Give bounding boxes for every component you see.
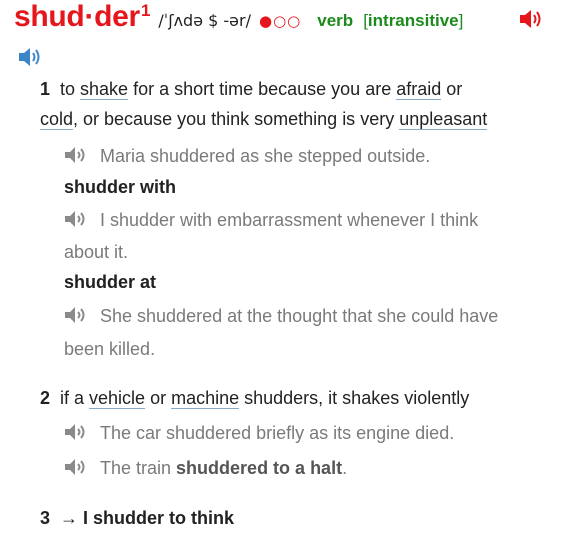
link-afraid[interactable]: afraid — [396, 79, 442, 100]
cross-reference-arrow: → — [60, 508, 79, 528]
example-speaker-icon[interactable] — [64, 454, 90, 475]
pronunciation: /ˈʃʌdə $ -ər/ — [158, 11, 251, 30]
example-sentence-continued: been killed. — [64, 339, 156, 359]
link-cold[interactable]: cold — [40, 109, 74, 130]
collocation-shudder-with: shudder with — [64, 177, 176, 197]
frequency-filled: ● — [258, 12, 274, 30]
sense-1-definition: 1 to shake for a short time because you a… — [40, 74, 560, 104]
entry-header: shud·der 1 /ˈʃʌdə $ -ər/ ●○○ verb [intran… — [14, 0, 463, 36]
example-speaker-icon[interactable] — [64, 302, 90, 323]
dictionary-entry: shud·der 1 /ˈʃʌdə $ -ər/ ●○○ verb [intran… — [0, 0, 571, 556]
american-pronunciation-speaker-icon[interactable] — [18, 46, 44, 68]
sense-number: 2 — [40, 388, 51, 408]
collocation-shudder-at: shudder at — [64, 272, 157, 292]
example-highlight: shuddered to a halt — [176, 458, 343, 478]
link-shake[interactable]: shake — [80, 79, 129, 100]
link-vehicle[interactable]: vehicle — [89, 388, 146, 409]
frequency-indicator: ●○○ — [259, 12, 301, 30]
example-speaker-icon[interactable] — [64, 419, 90, 440]
grammar-close-bracket: ] — [458, 11, 464, 30]
grammar-text: intransitive — [367, 11, 459, 30]
example-speaker-icon[interactable] — [64, 142, 90, 163]
definition-text: for a short time because you are — [128, 79, 397, 99]
example-text: Maria shuddered as she stepped outside. — [100, 146, 431, 166]
example-text: The train — [100, 458, 177, 478]
sense-1-definition-line2: cold, or because you think something is … — [40, 104, 560, 134]
sense-number: 1 — [40, 79, 51, 99]
example-text: . — [342, 458, 348, 478]
frequency-empty: ○○ — [273, 12, 302, 30]
example-sentence: The car shuddered briefly as its engine … — [64, 417, 454, 449]
link-machine[interactable]: machine — [171, 388, 240, 409]
example-sentence: She shuddered at the thought that she co… — [64, 300, 564, 332]
definition-text: , or because you think something is very — [73, 109, 400, 129]
definition-text: if a — [60, 388, 90, 408]
example-speaker-icon[interactable] — [64, 206, 90, 227]
definition-text: or — [145, 388, 172, 408]
example-sentence: Maria shuddered as she stepped outside. — [64, 140, 430, 172]
definition-text: shudders, it shakes violently — [239, 388, 470, 408]
sense-3-cross-reference[interactable]: 3 → I shudder to think — [40, 508, 234, 529]
example-text: The car shuddered briefly as its engine … — [100, 423, 455, 443]
cross-reference-text[interactable]: I shudder to think — [83, 508, 234, 528]
grammar-label: [intransitive] — [363, 11, 463, 31]
example-sentence: The train shuddered to a halt. — [64, 452, 347, 484]
example-text: I shudder with embarrassment whenever I … — [100, 210, 479, 230]
example-text: She shuddered at the thought that she co… — [100, 306, 499, 326]
link-unpleasant[interactable]: unpleasant — [399, 109, 488, 130]
part-of-speech: verb — [317, 11, 354, 30]
sense-number: 3 — [40, 508, 51, 528]
headword: shud·der — [14, 0, 140, 33]
british-pronunciation-speaker-icon[interactable] — [519, 8, 545, 30]
definition-text: to — [60, 79, 81, 99]
definition-text: or — [441, 79, 463, 99]
example-sentence: I shudder with embarrassment whenever I … — [64, 204, 554, 236]
example-sentence-continued: about it. — [64, 242, 129, 262]
homograph-number: 1 — [140, 1, 151, 20]
sense-2-definition: 2 if a vehicle or machine shudders, it sh… — [40, 383, 560, 413]
